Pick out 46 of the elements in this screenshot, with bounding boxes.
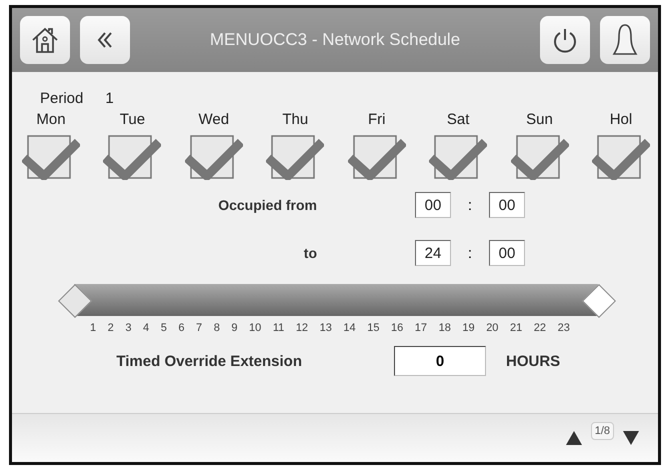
hour-tick-label: 18	[438, 322, 451, 334]
day-label: Sat	[446, 111, 470, 128]
hour-tick-label: 7	[196, 322, 202, 334]
period-number: 1	[105, 90, 114, 107]
override-hours-field[interactable]: 0	[394, 346, 486, 376]
hour-tick-label: 10	[249, 322, 262, 334]
hour-tick-label: 15	[367, 322, 380, 334]
hour-tick-label: 11	[272, 322, 284, 334]
hour-tick-label: 19	[462, 322, 475, 334]
hour-tick-label: 1	[90, 322, 96, 334]
day-label: Mon	[36, 111, 66, 128]
occupied-to-label: to	[302, 245, 317, 261]
day-label: Wed	[198, 111, 230, 128]
hour-tick-label: 22	[534, 322, 546, 334]
day-label: Hol	[610, 111, 632, 128]
hour-tick-label: 21	[510, 322, 522, 334]
hours-unit: HOURS	[506, 352, 560, 370]
hour-tick-label: 5	[160, 322, 167, 334]
day-label: Tue	[120, 111, 146, 128]
hour-tick-label: 6	[178, 322, 184, 334]
hour-tick-label: 17	[414, 322, 428, 334]
override-label: Timed Override Extension	[115, 352, 302, 370]
hour-tick-label: 20	[486, 322, 498, 334]
period-label: Period	[40, 90, 84, 107]
hour-tick-label: 8	[214, 322, 220, 334]
end-hour-field[interactable]: 24	[415, 240, 451, 266]
start-minute-field[interactable]: 00	[489, 192, 525, 218]
end-minute-field[interactable]: 00	[489, 240, 525, 266]
start-hour-field[interactable]: 00	[415, 192, 451, 218]
time-separator: :	[466, 244, 474, 262]
page-indicator: 1/8	[590, 422, 614, 440]
occupied-from-label: Occupied from	[217, 197, 317, 213]
day-label: Sun	[526, 111, 553, 128]
hour-tick-label: 3	[125, 322, 132, 334]
hour-tick-label: 2	[108, 322, 114, 334]
hour-tick-label: 9	[231, 322, 238, 334]
hour-tick-label: 16	[391, 322, 404, 334]
day-label: Fri	[368, 111, 386, 128]
window-title: MENUOCC3 - Network Schedule	[208, 30, 462, 50]
day-label: Thu	[282, 111, 308, 128]
time-separator: :	[466, 196, 474, 214]
hour-tick-label: 23	[558, 322, 570, 334]
hour-tick-label: 14	[343, 322, 356, 334]
hour-tick-label: 4	[143, 322, 150, 334]
hour-tick-label: 12	[296, 322, 308, 334]
hour-tick-label: 13	[320, 322, 332, 334]
